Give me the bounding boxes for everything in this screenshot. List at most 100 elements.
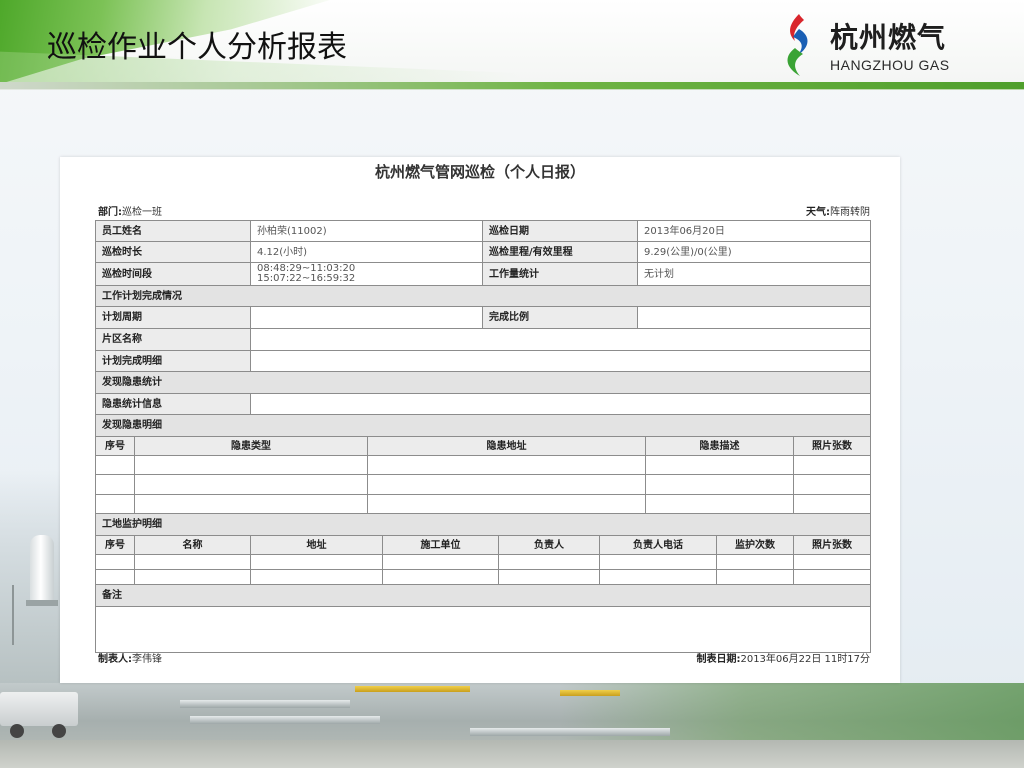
truck-wheel xyxy=(52,724,66,738)
table-row xyxy=(96,570,871,585)
workload-value: 无计划 xyxy=(638,263,871,286)
company-logo-name: 杭州燃气 xyxy=(830,21,947,54)
gas-pipe xyxy=(190,716,380,724)
hazard-stats-section-heading: 发现隐患统计 xyxy=(96,372,871,394)
column-header: 照片张数 xyxy=(794,437,871,456)
inspection-time-range-label: 巡检时间段 xyxy=(96,263,251,286)
company-logo-name-en: HANGZHOU GAS xyxy=(830,57,950,73)
remarks-value xyxy=(96,607,871,653)
plan-period-value xyxy=(251,307,483,329)
inspection-time-range-value: 08:48:29~11:03:20 15:07:22~16:59:32 xyxy=(251,263,483,286)
completion-ratio-label: 完成比例 xyxy=(483,307,638,329)
table-header-row: 序号 名称 地址 施工单位 负责人 负责人电话 监护次数 照片张数 xyxy=(96,536,871,555)
table-cell xyxy=(96,555,135,570)
table-row: 工地监护明细 xyxy=(96,514,871,536)
column-header: 序号 xyxy=(96,536,135,555)
table-cell xyxy=(794,456,871,475)
area-name-label: 片区名称 xyxy=(96,329,251,351)
plan-section-heading: 工作计划完成情况 xyxy=(96,286,871,307)
table-cell xyxy=(794,475,871,495)
table-cell xyxy=(794,495,871,514)
table-cell xyxy=(499,555,600,570)
weather-label: 天气: xyxy=(806,207,830,218)
table-row xyxy=(96,495,871,514)
report-panel: 杭州燃气管网巡检（个人日报） 部门:巡检一班 天气:阵雨转阴 员工姓名 孙柏荣(… xyxy=(60,157,900,683)
gas-pipe xyxy=(470,728,670,736)
table-cell xyxy=(600,555,717,570)
yellow-pipe xyxy=(355,686,470,692)
completion-ratio-value xyxy=(638,307,871,329)
tanker-truck xyxy=(0,692,78,726)
slide-header: 巡检作业个人分析报表 杭州燃气 HANGZHOU GAS xyxy=(0,0,1024,90)
column-header: 隐患类型 xyxy=(135,437,368,456)
slide-title: 巡检作业个人分析报表 xyxy=(47,30,347,65)
table-row: 巡检时间段 08:48:29~11:03:20 15:07:22~16:59:3… xyxy=(96,263,871,286)
column-header: 序号 xyxy=(96,437,135,456)
table-row xyxy=(96,555,871,570)
table-row: 计划周期 完成比例 xyxy=(96,307,871,329)
table-cell xyxy=(135,456,368,475)
table-cell xyxy=(794,555,871,570)
table-cell xyxy=(96,570,135,585)
maker-value: 李伟锋 xyxy=(132,654,162,665)
flame-logo-icon xyxy=(787,14,808,76)
made-date-label: 制表日期: xyxy=(696,654,741,665)
table-row: 计划完成明细 xyxy=(96,351,871,372)
table-row: 工作计划完成情况 xyxy=(96,286,871,307)
made-date-value: 2013年06月22日 11时17分 xyxy=(740,654,870,665)
inspection-date-value: 2013年06月20日 xyxy=(638,221,871,242)
ground xyxy=(0,740,1024,768)
department-value: 巡检一班 xyxy=(122,207,162,218)
table-cell xyxy=(368,495,646,514)
table-row: 片区名称 xyxy=(96,329,871,351)
table-cell xyxy=(499,570,600,585)
maker-label: 制表人: xyxy=(98,654,132,665)
table-cell xyxy=(717,570,794,585)
column-header: 隐患地址 xyxy=(368,437,646,456)
column-header: 照片张数 xyxy=(794,536,871,555)
report-maker: 制表人:李伟锋 xyxy=(98,654,162,666)
table-cell xyxy=(646,456,794,475)
table-cell xyxy=(96,495,135,514)
inspection-date-label: 巡检日期 xyxy=(483,221,638,242)
department-line: 部门:巡检一班 xyxy=(98,207,162,219)
inspection-mileage-value: 9.29(公里)/0(公里) xyxy=(638,242,871,263)
inspection-duration-label: 巡检时长 xyxy=(96,242,251,263)
hazard-stats-info-label: 隐患统计信息 xyxy=(96,394,251,415)
employee-name-value: 孙柏荣(11002) xyxy=(251,221,483,242)
column-header: 隐患描述 xyxy=(646,437,794,456)
plan-detail-value xyxy=(251,351,871,372)
table-cell xyxy=(135,475,368,495)
report-title: 杭州燃气管网巡检（个人日报） xyxy=(374,163,585,181)
table-row xyxy=(96,475,871,495)
slide: 巡检作业个人分析报表 杭州燃气 HANGZHOU GAS 杭州燃气管网巡检（个人… xyxy=(0,0,1024,768)
column-header: 监护次数 xyxy=(717,536,794,555)
table-header-row: 序号 隐患类型 隐患地址 隐患描述 照片张数 xyxy=(96,437,871,456)
lamp-pole xyxy=(12,585,14,645)
table-cell xyxy=(96,475,135,495)
table-row: 隐患统计信息 xyxy=(96,394,871,415)
hazard-stats-info-value xyxy=(251,394,871,415)
table-cell xyxy=(135,570,251,585)
workload-label: 工作量统计 xyxy=(483,263,638,286)
column-header: 负责人 xyxy=(499,536,600,555)
inspection-mileage-label: 巡检里程/有效里程 xyxy=(483,242,638,263)
table-row: 备注 xyxy=(96,585,871,607)
weather-value: 阵雨转阴 xyxy=(830,207,870,218)
table-row: 员工姓名 孙柏荣(11002) 巡检日期 2013年06月20日 xyxy=(96,221,871,242)
column-header: 名称 xyxy=(135,536,251,555)
table-row: 发现隐患统计 xyxy=(96,372,871,394)
storage-tank-base xyxy=(26,600,58,606)
inspection-report-table: 员工姓名 孙柏荣(11002) 巡检日期 2013年06月20日 巡检时长 4.… xyxy=(95,220,871,653)
table-cell xyxy=(96,456,135,475)
table-cell xyxy=(794,570,871,585)
table-cell xyxy=(600,570,717,585)
column-header: 地址 xyxy=(251,536,383,555)
table-row: 巡检时长 4.12(小时) 巡检里程/有效里程 9.29(公里)/0(公里) xyxy=(96,242,871,263)
table-cell xyxy=(368,456,646,475)
table-cell xyxy=(717,555,794,570)
weather-line: 天气:阵雨转阴 xyxy=(806,207,870,219)
table-cell xyxy=(135,495,368,514)
table-row xyxy=(96,607,871,653)
remarks-label: 备注 xyxy=(96,585,871,607)
